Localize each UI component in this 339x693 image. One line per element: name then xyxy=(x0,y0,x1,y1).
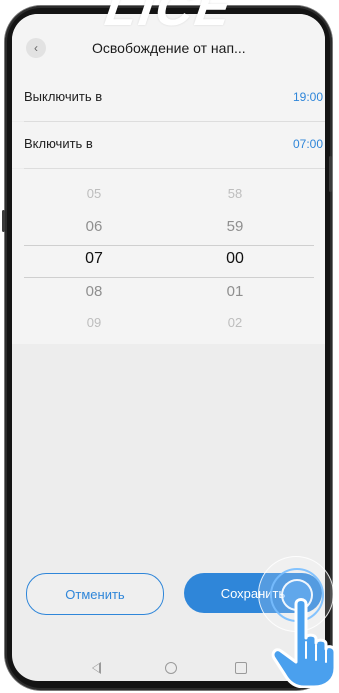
hour-option[interactable]: 08 xyxy=(64,283,124,300)
minute-option[interactable]: 02 xyxy=(205,315,265,330)
nav-recent-icon[interactable] xyxy=(235,662,247,674)
setting-value-on[interactable]: 07:00 xyxy=(293,137,323,151)
setting-label-off: Выключить в xyxy=(24,89,103,104)
hour-option[interactable]: 09 xyxy=(64,315,124,330)
setting-row-off[interactable]: Выключить в 19:00 xyxy=(12,75,325,121)
nav-home-icon[interactable] xyxy=(165,662,177,674)
page-title: Освобождение от нап... xyxy=(92,40,246,56)
minute-option[interactable]: 59 xyxy=(205,218,265,235)
hand-tap-icon xyxy=(266,596,338,693)
minute-option[interactable]: 58 xyxy=(205,186,265,201)
minute-selected[interactable]: 00 xyxy=(205,250,265,268)
volume-button xyxy=(2,210,5,232)
setting-row-on[interactable]: Включить в 07:00 xyxy=(12,122,325,168)
minute-option[interactable]: 01 xyxy=(205,283,265,300)
stage: ‹ Освобождение от нап... Выключить в 19:… xyxy=(0,0,339,693)
hour-option[interactable]: 06 xyxy=(64,218,124,235)
back-icon[interactable]: ‹ xyxy=(26,38,46,58)
setting-value-off[interactable]: 19:00 xyxy=(293,90,323,104)
nav-back-icon[interactable] xyxy=(92,662,101,674)
top-bar: ‹ Освобождение от нап... xyxy=(12,14,325,76)
cancel-button[interactable]: Отменить xyxy=(26,573,164,615)
selection-line-bottom xyxy=(24,277,314,278)
time-picker[interactable]: 05 06 07 08 09 58 59 00 01 02 xyxy=(12,169,325,344)
selection-line-top xyxy=(24,245,314,246)
hour-selected[interactable]: 07 xyxy=(64,250,124,268)
power-button xyxy=(329,156,332,192)
setting-label-on: Включить в xyxy=(24,136,93,151)
hour-option[interactable]: 05 xyxy=(64,186,124,201)
